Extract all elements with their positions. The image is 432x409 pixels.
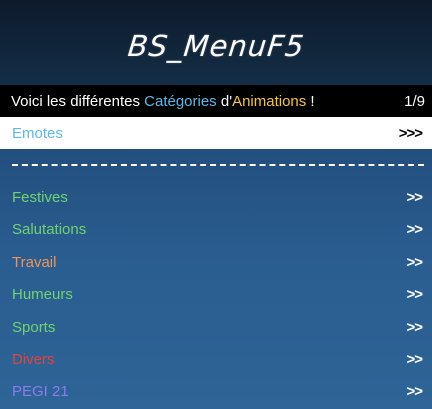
chevron-right-icon: >> xyxy=(406,382,423,400)
chevron-right-icon: >> xyxy=(406,285,423,303)
page-counter: 1/9 xyxy=(404,92,425,110)
menu-item-travail[interactable]: Travail >> xyxy=(0,246,432,278)
menu-item-humeurs[interactable]: Humeurs >> xyxy=(0,278,432,310)
subtitle-highlight-animations: Animations xyxy=(232,92,307,110)
chevron-right-icon: >> xyxy=(406,188,423,206)
menu-title: BS_MenuF5 xyxy=(125,28,307,63)
subtitle-highlight-categories: Catégories xyxy=(144,92,217,110)
subtitle-bar: Voici les différentes Catégories d'Anima… xyxy=(0,85,432,117)
menu-item-label: Travail xyxy=(12,253,57,271)
menu-item-label: Humeurs xyxy=(12,285,73,303)
menu-banner: BS_MenuF5 xyxy=(0,0,432,85)
menu-separator[interactable] xyxy=(0,149,432,181)
subtitle-middle: d' xyxy=(216,92,233,110)
menu-item-pegi-21[interactable]: PEGI 21 >> xyxy=(0,375,432,407)
separator-line xyxy=(12,164,424,166)
menu-item-salutations[interactable]: Salutations >> xyxy=(0,213,432,245)
menu-item-label: Festives xyxy=(12,188,68,206)
category-list: Emotes >>> Festives >> Salutations >> Tr… xyxy=(0,117,432,409)
chevron-right-icon: >> xyxy=(406,350,423,368)
menu-item-festives[interactable]: Festives >> xyxy=(0,181,432,213)
menu-item-label: Emotes xyxy=(12,124,63,142)
chevron-right-icon: >> xyxy=(406,318,423,336)
menu-item-emotes[interactable]: Emotes >>> xyxy=(0,117,432,149)
subtitle-prefix: Voici les différentes xyxy=(11,92,145,110)
menu-item-divers[interactable]: Divers >> xyxy=(0,343,432,375)
subtitle-suffix: ! xyxy=(306,92,315,110)
menu-item-label: Sports xyxy=(12,318,56,336)
animation-menu: BS_MenuF5 Voici les différentes Catégori… xyxy=(0,0,432,409)
menu-item-label: Divers xyxy=(12,350,55,368)
menu-item-sports[interactable]: Sports >> xyxy=(0,311,432,343)
chevron-right-icon: >>> xyxy=(398,124,423,142)
subtitle-text: Voici les différentes Catégories d'Anima… xyxy=(11,93,315,110)
menu-item-label: PEGI 21 xyxy=(12,382,69,400)
chevron-right-icon: >> xyxy=(406,253,423,271)
chevron-right-icon: >> xyxy=(406,220,423,238)
menu-item-label: Salutations xyxy=(12,220,87,238)
